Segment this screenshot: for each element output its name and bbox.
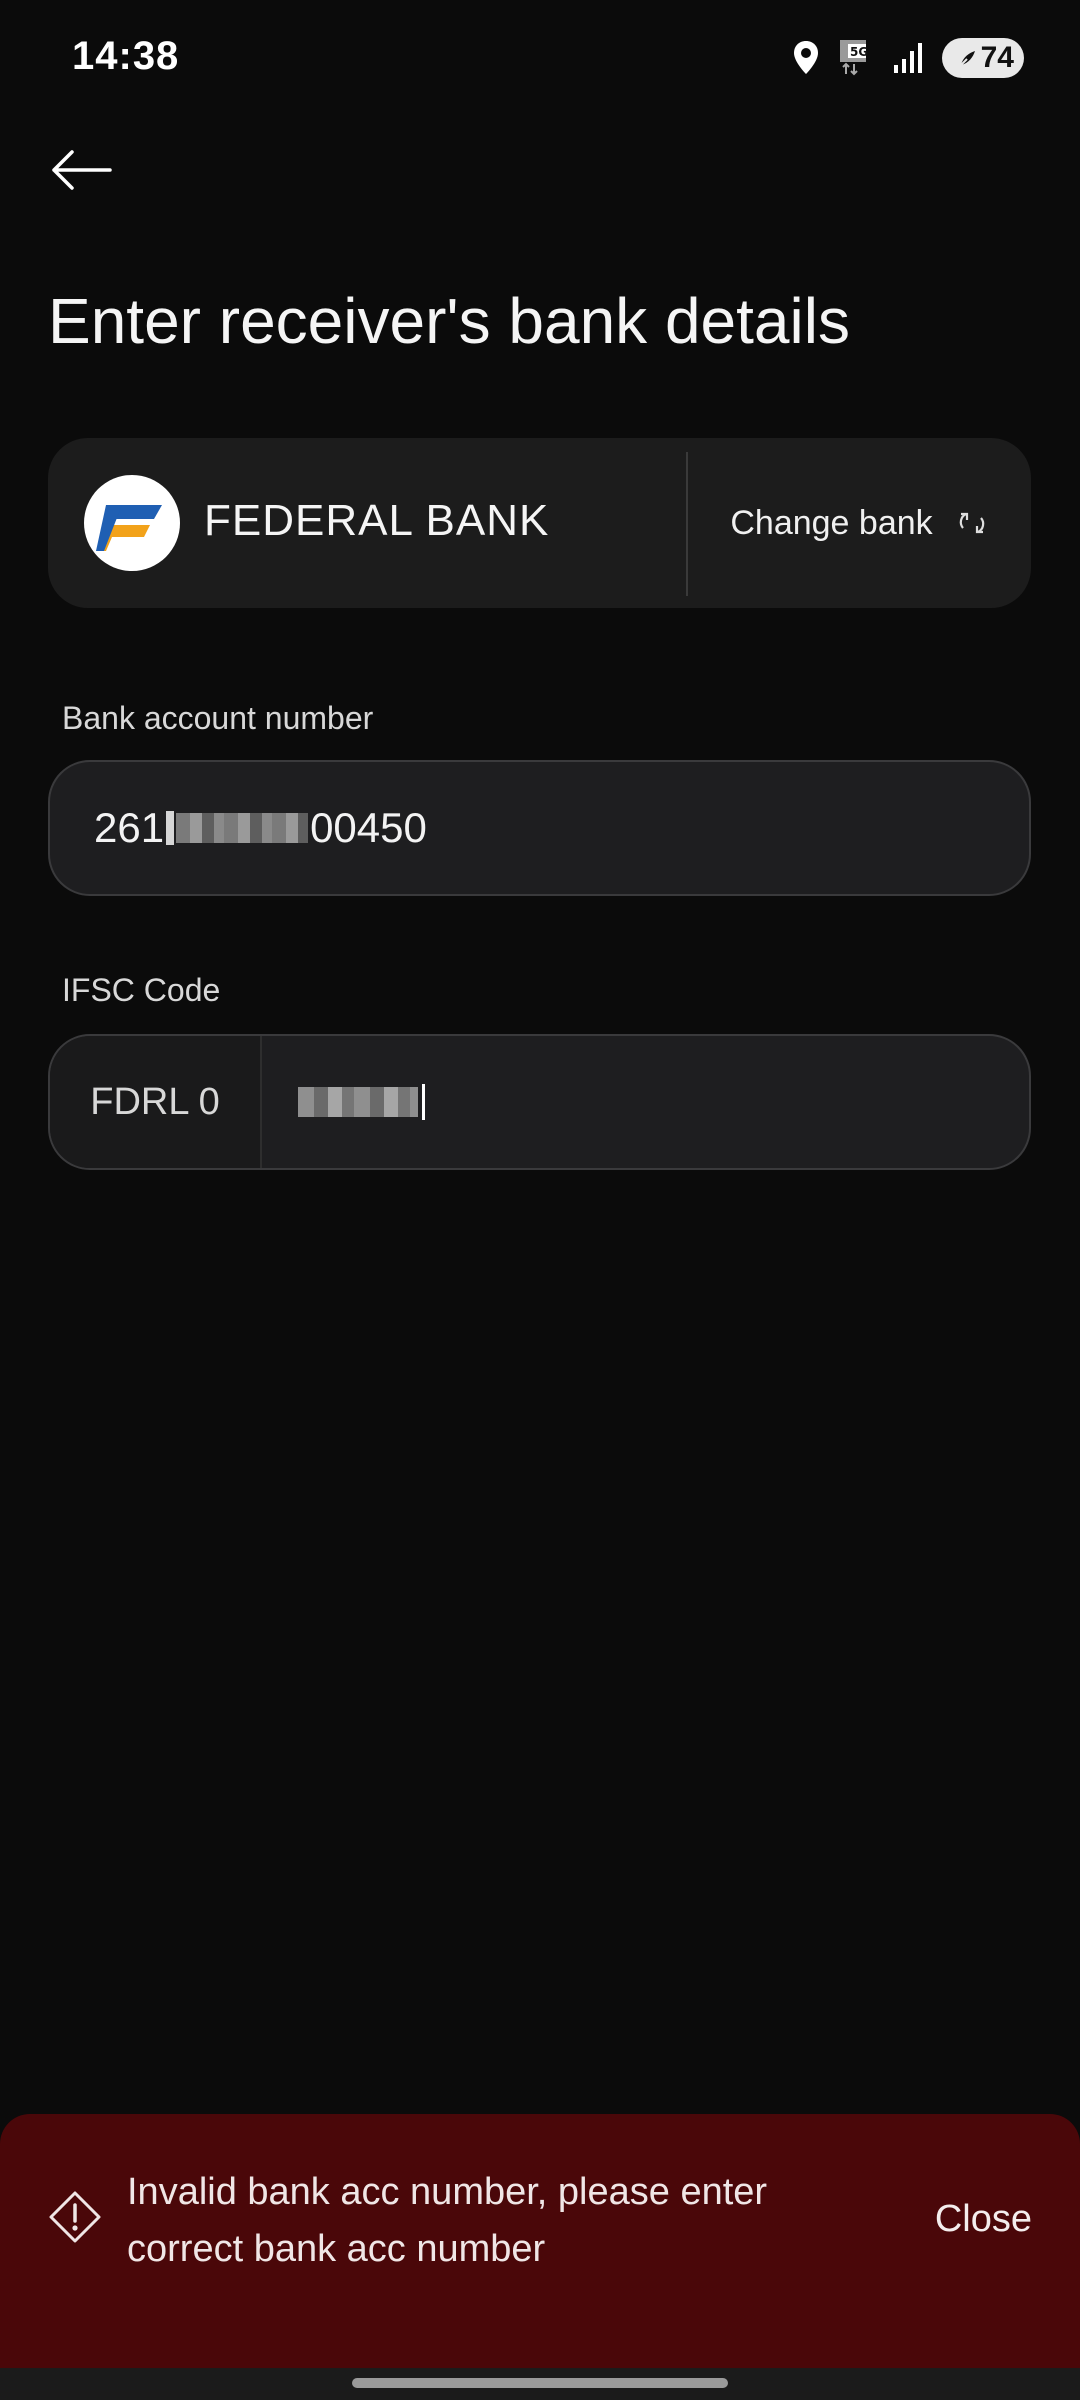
ifsc-code-input[interactable] (298, 1082, 425, 1122)
back-button[interactable] (46, 140, 116, 200)
battery-saver-icon (959, 51, 975, 66)
error-message: Invalid bank acc number, please enter co… (127, 2171, 768, 2270)
page-title: Enter receiver's bank details (48, 285, 850, 357)
account-number-input[interactable]: 261 00450 (48, 760, 1031, 896)
close-button[interactable]: Close (935, 2198, 1032, 2241)
account-number-prefix: 261 (94, 804, 165, 851)
account-number-value: 261 00450 (94, 804, 427, 852)
federal-bank-logo (84, 475, 180, 571)
status-icons: 5G 74 (792, 34, 1024, 82)
status-bar: 14:38 5G 74 (0, 0, 1080, 120)
arrow-left-icon (52, 150, 112, 190)
masked-digits (176, 813, 309, 843)
error-snackbar: Invalid bank acc number, please enter co… (0, 2114, 1080, 2368)
network-5g-icon: 5G (838, 38, 874, 78)
masked-ifsc (298, 1087, 418, 1117)
ifsc-input-group: FDRL 0 (48, 1034, 1031, 1170)
change-bank-label: Change bank (730, 503, 933, 542)
ifsc-label: IFSC Code (62, 972, 221, 1008)
selected-bank-card: FEDERAL BANK Change bank (48, 438, 1031, 608)
warning-icon (48, 2190, 102, 2244)
account-number-suffix: 00450 (310, 804, 427, 851)
signal-icon (892, 41, 924, 75)
battery-level: 74 (980, 41, 1014, 74)
change-bank-button[interactable]: Change bank (688, 438, 1031, 608)
status-time: 14:38 (72, 34, 180, 78)
screen: 14:38 5G 74 Enter receiver's bank detail… (0, 0, 1080, 2400)
battery-indicator: 74 (942, 38, 1024, 78)
home-gesture-handle[interactable] (352, 2378, 728, 2388)
account-number-label: Bank account number (62, 700, 374, 736)
location-icon (792, 40, 820, 76)
refresh-icon (959, 512, 984, 534)
text-cursor (422, 1084, 425, 1120)
navigation-bar (0, 2368, 1080, 2400)
bank-name: FEDERAL BANK (204, 496, 550, 545)
ifsc-prefix: FDRL 0 (50, 1036, 262, 1168)
partial-digit (166, 811, 175, 845)
network-label: 5G (850, 45, 868, 59)
